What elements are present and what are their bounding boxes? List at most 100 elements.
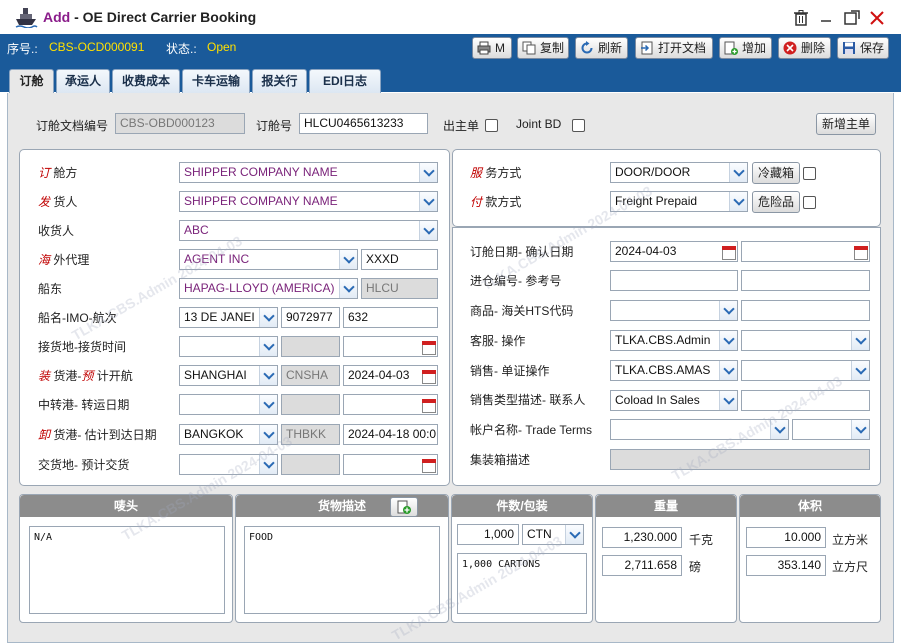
volume-cft-field[interactable]: 353.140 [746, 555, 826, 576]
tab-charges-cost[interactable]: 收费成本 [112, 69, 180, 94]
calendar-icon[interactable] [420, 367, 436, 384]
pod-date-field[interactable]: 2024-04-18 00:0 [343, 424, 438, 445]
tab-booking[interactable]: 订舱 [9, 69, 54, 95]
add-button[interactable]: 增加 [719, 37, 772, 59]
new-master-button[interactable]: 新增主单 [816, 113, 876, 135]
chevron-down-icon[interactable] [339, 279, 357, 298]
container-desc-field[interactable] [610, 449, 870, 470]
pol-date-field[interactable]: 2024-04-03 [343, 365, 438, 386]
delete-button[interactable]: 删除 [778, 37, 831, 59]
doc-operator-select[interactable] [741, 360, 870, 381]
trash-icon[interactable] [793, 10, 809, 26]
chevron-down-icon[interactable] [259, 395, 277, 414]
add-goods-button[interactable] [390, 497, 418, 517]
sales-type-select[interactable]: Coload In Sales [610, 390, 738, 411]
agent-code-field[interactable]: XXXD [361, 249, 438, 270]
chevron-down-icon[interactable] [719, 301, 737, 320]
chevron-down-icon[interactable] [770, 420, 788, 439]
receipt-select[interactable] [179, 336, 278, 357]
chevron-down-icon[interactable] [719, 331, 737, 350]
calendar-icon[interactable] [720, 243, 736, 260]
print-button[interactable]: M [472, 37, 512, 59]
chevron-down-icon[interactable] [419, 192, 437, 211]
voyage-field[interactable]: 632 [343, 307, 438, 328]
vessel-select[interactable]: 13 DE JANEI [179, 307, 278, 328]
joint-bd-checkbox[interactable] [572, 119, 585, 132]
confirm-date-field[interactable] [741, 241, 870, 262]
chevron-down-icon[interactable] [719, 361, 737, 380]
payment-select[interactable]: Freight Prepaid [610, 191, 748, 212]
copy-button[interactable]: 复制 [517, 37, 569, 59]
chevron-down-icon[interactable] [259, 425, 277, 444]
goods-textarea[interactable]: FOOD [244, 526, 440, 614]
service-select[interactable]: DOOR/DOOR [610, 162, 748, 183]
tab-trucking[interactable]: 卡车运输 [182, 69, 250, 94]
delivery-select[interactable] [179, 454, 278, 475]
delivery-code-field[interactable] [281, 454, 340, 475]
weight-kg-field[interactable]: 1,230.000 [602, 527, 682, 548]
tab-edi-log[interactable]: EDI日志 [309, 69, 381, 94]
chevron-down-icon[interactable] [339, 250, 357, 269]
marks-textarea[interactable]: N/A [29, 526, 225, 614]
shipper-select[interactable]: SHIPPER COMPANY NAME [179, 191, 438, 212]
ref-no-field[interactable] [741, 270, 870, 291]
sales-select[interactable]: TLKA.CBS.AMAS [610, 360, 738, 381]
chevron-down-icon[interactable] [259, 308, 277, 327]
calendar-icon[interactable] [420, 396, 436, 413]
close-icon[interactable] [869, 10, 885, 26]
operator-select[interactable] [741, 330, 870, 351]
transship-select[interactable] [179, 394, 278, 415]
receipt-code-field[interactable] [281, 336, 340, 357]
delivery-date-field[interactable] [343, 454, 438, 475]
trade-terms-select[interactable] [792, 419, 870, 440]
chevron-down-icon[interactable] [259, 337, 277, 356]
contact-field[interactable] [741, 390, 870, 411]
chevron-down-icon[interactable] [719, 391, 737, 410]
weight-lb-field[interactable]: 2,711.658 [602, 555, 682, 576]
chevron-down-icon[interactable] [565, 525, 583, 544]
dangerous-goods-button[interactable]: 危险品 [752, 191, 800, 213]
package-qty-field[interactable]: 1,000 [457, 524, 519, 545]
reefer-checkbox[interactable] [803, 167, 816, 180]
imo-field[interactable]: 9072977 [281, 307, 340, 328]
calendar-icon[interactable] [420, 338, 436, 355]
agent-select[interactable]: AGENT INC [179, 249, 358, 270]
carrier-select[interactable]: HAPAG-LLOYD (AMERICA) [179, 278, 358, 299]
refresh-button[interactable]: 刷新 [575, 37, 628, 59]
transship-code-field[interactable] [281, 394, 340, 415]
open-doc-button[interactable]: 打开文档 [635, 37, 713, 59]
tab-carrier[interactable]: 承运人 [56, 69, 110, 94]
dangerous-goods-checkbox[interactable] [803, 196, 816, 209]
pod-code-field[interactable]: THBKK [281, 424, 340, 445]
package-unit-select[interactable]: CTN [522, 524, 584, 545]
reefer-button[interactable]: 冷藏箱 [752, 162, 800, 184]
booking-no-field[interactable]: HLCU0465613233 [299, 113, 428, 134]
booker-select[interactable]: SHIPPER COMPANY NAME [179, 162, 438, 183]
chevron-down-icon[interactable] [259, 366, 277, 385]
master-bill-checkbox[interactable] [485, 119, 498, 132]
pod-select[interactable]: BANGKOK [179, 424, 278, 445]
transship-date-field[interactable] [343, 394, 438, 415]
calendar-icon[interactable] [852, 243, 868, 260]
minimize-icon[interactable] [818, 10, 834, 26]
chevron-down-icon[interactable] [419, 163, 437, 182]
chevron-down-icon[interactable] [851, 331, 869, 350]
pol-code-field[interactable]: CNSHA [281, 365, 340, 386]
volume-cbm-field[interactable]: 10.000 [746, 527, 826, 548]
chevron-down-icon[interactable] [259, 455, 277, 474]
pol-select[interactable]: SHANGHAI [179, 365, 278, 386]
tab-customs-broker[interactable]: 报关行 [252, 69, 307, 94]
consignee-select[interactable]: ABC [179, 220, 438, 241]
booking-date-field[interactable]: 2024-04-03 [610, 241, 738, 262]
save-button[interactable]: 保存 [837, 37, 889, 59]
calendar-icon[interactable] [420, 456, 436, 473]
chevron-down-icon[interactable] [729, 192, 747, 211]
chevron-down-icon[interactable] [851, 361, 869, 380]
chevron-down-icon[interactable] [419, 221, 437, 240]
account-select[interactable] [610, 419, 789, 440]
doc-no-field[interactable]: CBS-OBD000123 [115, 113, 245, 134]
hts-field[interactable] [741, 300, 870, 321]
chevron-down-icon[interactable] [851, 420, 869, 439]
receipt-date-field[interactable] [343, 336, 438, 357]
maximize-icon[interactable] [843, 9, 861, 27]
